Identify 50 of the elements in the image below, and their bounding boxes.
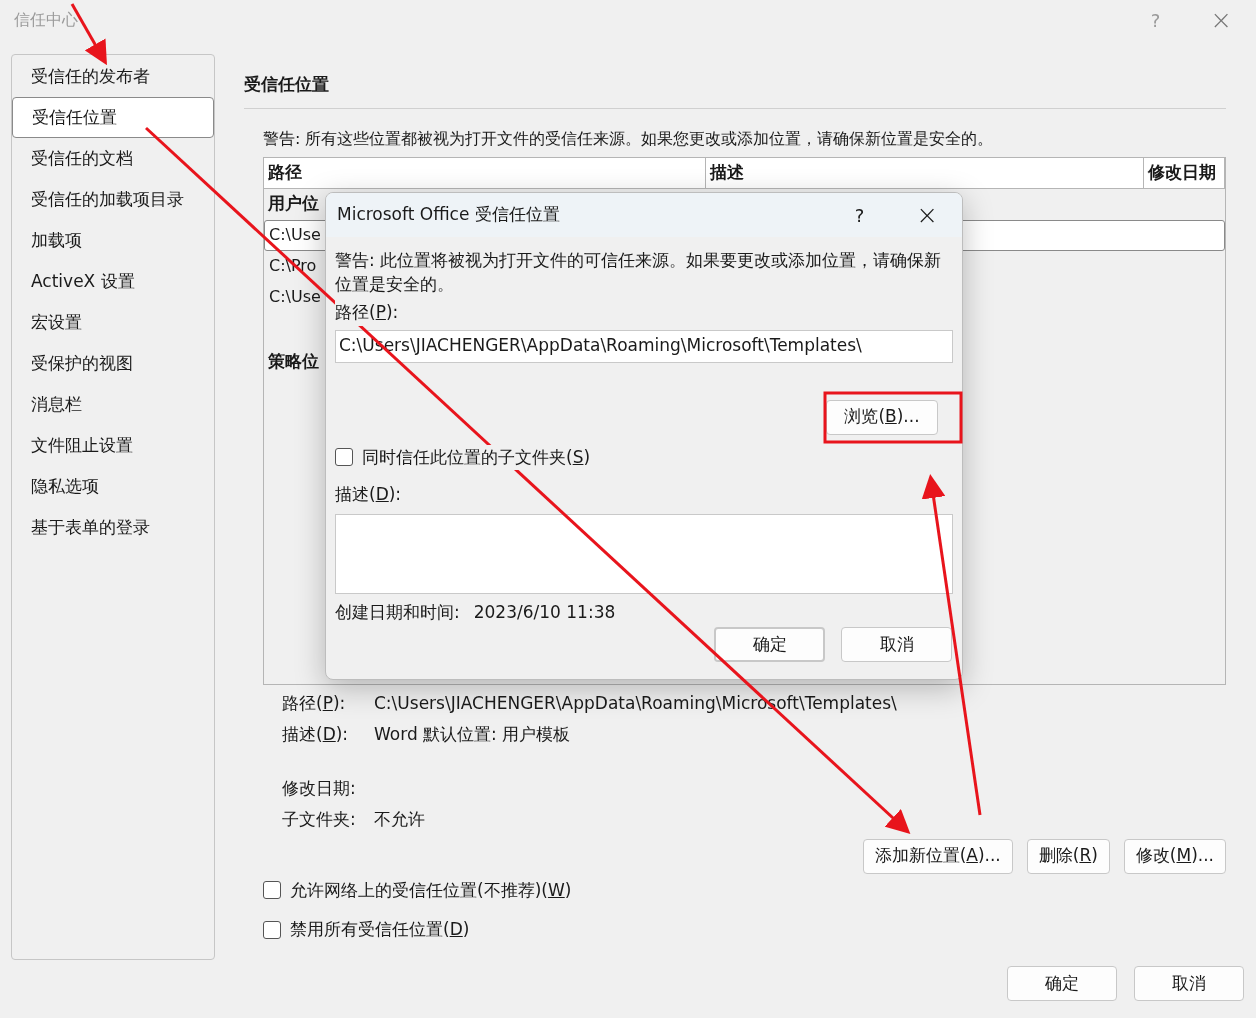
sidebar-item[interactable]: 文件阻止设置 (12, 425, 214, 466)
sidebar-item[interactable]: 受信任的文档 (12, 138, 214, 179)
browse-button[interactable]: 浏览(B)... (826, 399, 938, 435)
dialog-warning: 警告: 此位置将被视为打开文件的可信任来源。如果要更改或添加位置，请确保新位置是安全的。 (335, 249, 943, 296)
detail-value: Word 默认位置: 用户模板 (374, 723, 572, 746)
action-button[interactable]: 添加新位置(A)... (862, 838, 1013, 874)
detail-value: 不允许 (374, 808, 426, 831)
footer-button[interactable]: 确定 (1007, 966, 1117, 1001)
action-button[interactable]: 修改(M)... (1123, 838, 1226, 874)
detail-label: 子文件夹: (282, 808, 357, 831)
path-label: 路径(P): (335, 300, 399, 326)
group-header: 用户位 (268, 192, 319, 216)
sidebar-item[interactable]: 受信任位置 (12, 97, 214, 138)
dialog-button[interactable]: 取消 (841, 627, 952, 662)
detail-label: 描述(D): (282, 723, 350, 746)
checkbox[interactable] (335, 448, 353, 467)
sidebar-item[interactable]: 受保护的视图 (12, 343, 214, 384)
column-header[interactable]: 路径 (264, 157, 706, 188)
section-title: 受信任位置 (244, 72, 1226, 109)
sidebar-item[interactable]: 受信任的加载项目录 (12, 179, 214, 220)
option-label: 允许网络上的受信任位置(不推荐)(W) (290, 878, 572, 902)
dialog-button[interactable]: 确定 (714, 627, 825, 662)
sidebar-item[interactable]: 加载项 (12, 220, 214, 261)
sidebar-item[interactable]: 基于表单的登录 (12, 507, 214, 548)
help-button[interactable]: ? (854, 201, 865, 229)
sidebar-item[interactable]: 消息栏 (12, 384, 214, 425)
dialog-title: Microsoft Office 受信任位置 (337, 203, 560, 227)
created-value: 2023/6/10 11:38 (473, 600, 616, 624)
description-field[interactable] (335, 513, 953, 594)
footer-button[interactable]: 取消 (1134, 966, 1244, 1001)
window-title: 信任中心 (14, 9, 78, 31)
warning-text: 警告: 所有这些位置都被视为打开文件的受信任来源。如果您更改或添加位置，请确保新位置是安全的。 (263, 127, 995, 150)
sidebar-item[interactable]: 隐私选项 (12, 466, 214, 507)
description-label: 描述(D): (335, 483, 403, 506)
action-button[interactable]: 删除(R) (1026, 838, 1110, 874)
sidebar-item[interactable]: ActiveX 设置 (12, 261, 214, 302)
close-button[interactable]: × (1210, 7, 1232, 33)
subfolders-label: 同时信任此位置的子文件夹(S) (362, 444, 591, 470)
sidebar-item[interactable]: 宏设置 (12, 302, 214, 343)
column-header[interactable]: 修改日期 (1144, 157, 1225, 188)
group-header: 策略位 (268, 350, 319, 374)
checkbox[interactable] (263, 920, 281, 939)
detail-label: 路径(P): (282, 691, 347, 715)
close-button[interactable]: × (916, 202, 938, 228)
column-header[interactable]: 描述 (706, 157, 1144, 188)
sidebar-item[interactable]: 受信任的发布者 (12, 56, 214, 97)
detail-label: 修改日期: (282, 776, 357, 800)
checkbox[interactable] (263, 881, 281, 900)
option-label: 禁用所有受信任位置(D) (290, 918, 470, 941)
created-label: 创建日期和时间: (335, 600, 460, 624)
